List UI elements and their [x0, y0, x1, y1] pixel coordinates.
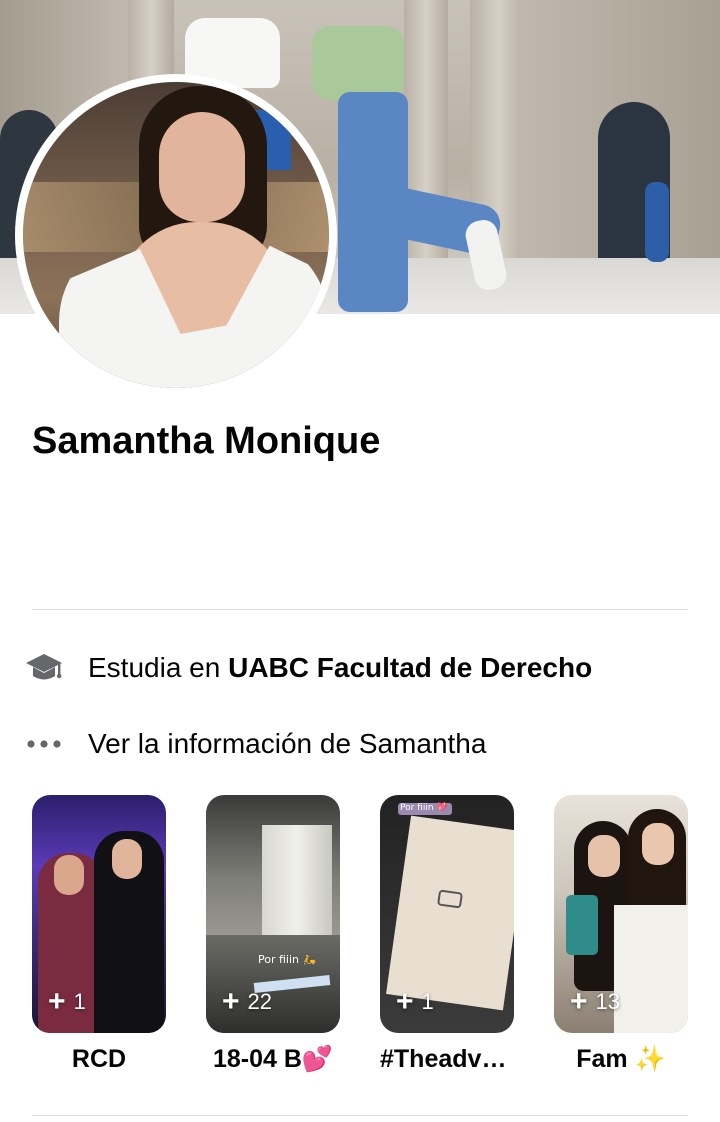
profile-avatar[interactable] [23, 82, 329, 388]
highlight-item[interactable]: Por fiiin 💖 + 1 #Theadve... [380, 795, 514, 1074]
plus-icon: + [396, 985, 414, 1018]
plus-icon: + [570, 985, 588, 1018]
highlight-item[interactable]: + 1 RCD [32, 795, 166, 1074]
highlight-count: + 1 [396, 985, 434, 1018]
profile-name: Samantha Monique [32, 420, 381, 462]
highlight-label: 18-04 B💕 [212, 1045, 334, 1073]
section-divider [32, 1115, 688, 1116]
intro-study-place[interactable]: UABC Facultad de Derecho [228, 652, 592, 683]
plus-icon: + [222, 985, 240, 1018]
highlight-thumbnail[interactable]: + 13 [554, 795, 688, 1033]
highlight-item[interactable]: Por fiiin 🛵 + 22 18-04 B💕 [206, 795, 340, 1074]
highlight-item[interactable]: + 13 Fam ✨ [554, 795, 688, 1074]
graduation-cap-icon [24, 648, 64, 688]
plus-icon: + [48, 985, 66, 1018]
more-dots-icon [24, 724, 64, 764]
see-about-row[interactable]: Ver la información de Samantha [24, 720, 486, 768]
highlight-label: RCD [71, 1045, 127, 1073]
highlight-count: + 1 [48, 985, 86, 1018]
highlight-thumbnail[interactable]: + 1 [32, 795, 166, 1033]
highlight-count: + 13 [570, 985, 621, 1018]
intro-study-row[interactable]: Estudia en UABC Facultad de Derecho [24, 644, 592, 692]
highlight-count: + 22 [222, 985, 273, 1018]
highlight-label: #Theadve... [380, 1045, 514, 1073]
intro-study-prefix: Estudia en [88, 652, 229, 683]
featured-highlights: + 1 RCD Por fiiin 🛵 + 22 18-04 B💕 Por fi… [32, 795, 688, 1080]
highlight-thumbnail[interactable]: Por fiiin 🛵 + 22 [206, 795, 340, 1033]
camera-icon [437, 889, 463, 909]
highlight-thumbnail[interactable]: Por fiiin 💖 + 1 [380, 795, 514, 1033]
thumbnail-badge: Por fiiin 💖 [400, 803, 448, 813]
thumbnail-caption: Por fiiin 🛵 [258, 953, 317, 966]
highlight-label: Fam ✨ [576, 1045, 666, 1073]
see-about-label: Ver la información de Samantha [88, 728, 487, 759]
section-divider [32, 609, 688, 610]
